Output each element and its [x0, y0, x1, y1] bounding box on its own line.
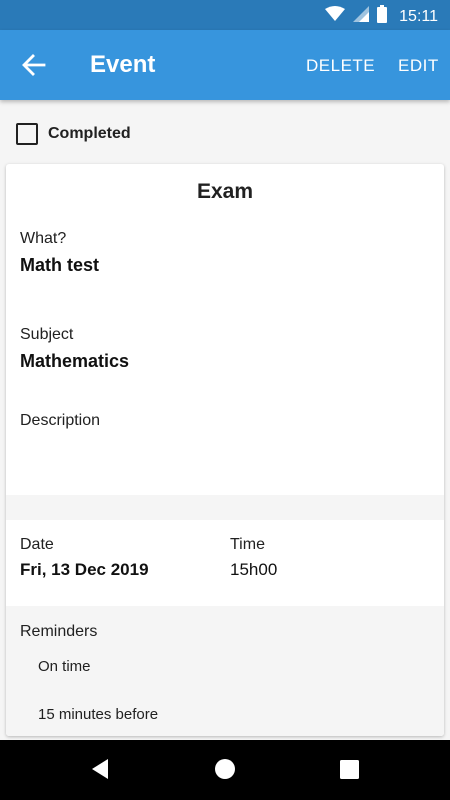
back-triangle-icon	[92, 759, 108, 779]
event-type-title: Exam	[196, 180, 254, 203]
event-card: Exam What? Math test Subject Mathematics…	[6, 164, 444, 736]
what-value: Math test	[20, 255, 100, 275]
status-icons: 15:11	[325, 5, 438, 28]
section-divider	[6, 495, 444, 520]
subject-label: Subject	[20, 326, 74, 343]
reminders-label: Reminders	[20, 623, 98, 640]
back-button[interactable]	[18, 50, 50, 80]
time-label: Time	[230, 536, 265, 553]
nav-back-button[interactable]	[90, 758, 110, 785]
subject-value: Mathematics	[20, 351, 130, 371]
battery-icon	[377, 5, 388, 28]
reminder-item: On time	[38, 658, 91, 675]
what-label: What?	[20, 230, 67, 247]
completed-checkbox[interactable]	[16, 123, 38, 145]
home-circle-icon	[215, 759, 235, 779]
page-title: Event	[90, 51, 156, 78]
date-label: Date	[20, 536, 54, 553]
back-arrow-icon	[22, 54, 46, 76]
nav-recents-button[interactable]	[340, 760, 359, 784]
nav-home-button[interactable]	[214, 758, 236, 785]
completed-label: Completed	[48, 125, 131, 142]
description-label: Description	[20, 412, 101, 429]
delete-button[interactable]: DELETE	[306, 56, 375, 76]
app-bar: Event DELETE EDIT	[0, 30, 450, 100]
system-nav-bar	[0, 740, 450, 800]
recents-square-icon	[340, 760, 359, 779]
reminders-section: Reminders On time 15 minutes before	[6, 606, 444, 736]
edit-button[interactable]: EDIT	[398, 56, 439, 76]
time-value: 15h00	[230, 560, 278, 579]
completed-checkbox-row[interactable]: Completed	[16, 123, 131, 145]
signal-icon	[353, 6, 370, 27]
status-bar: 15:11	[0, 0, 450, 30]
date-value: Fri, 13 Dec 2019	[20, 560, 149, 579]
reminder-item: 15 minutes before	[38, 706, 159, 723]
status-time: 15:11	[399, 7, 438, 25]
wifi-icon	[325, 6, 346, 27]
